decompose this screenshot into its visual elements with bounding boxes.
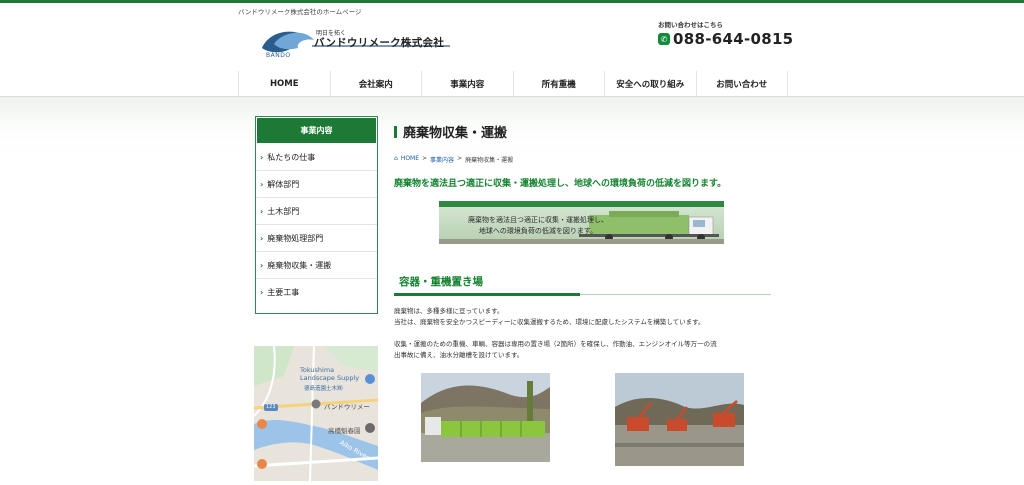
lead-text: 廃棄物を適法且つ適正に収集・運搬処理し、地球への環境負荷の低減を図ります。 bbox=[394, 179, 727, 189]
paragraph-2-line-1: 収集・運搬のための重機、車輌、容器は専用の置き場（2箇所）を確保し、作動油、エン… bbox=[394, 340, 717, 348]
sidebar-menu: 事業内容 › 私たちの仕事 › 解体部門 › 土木部門 › 廃棄物処理部門 › … bbox=[255, 116, 378, 314]
map-label-company: バンドウリメー bbox=[324, 403, 370, 411]
map-label-route: 123 bbox=[266, 404, 276, 410]
map-label-landscape-jp: 德島造園土木㈱ bbox=[304, 386, 343, 392]
sidebar-item-major-works[interactable]: › 主要工事 bbox=[256, 279, 377, 306]
breadcrumb-home-link[interactable]: HOME bbox=[401, 155, 419, 164]
location-map[interactable]: Tokushima Landscape Supply 德島造園土木㈱ 123 バ… bbox=[254, 346, 378, 481]
title-accent-bar bbox=[394, 125, 397, 138]
banner-line-2: 地球への環境負荷の低減を図ります。 bbox=[478, 227, 598, 235]
breadcrumb-section-link[interactable]: 事業内容 bbox=[430, 155, 454, 164]
chevron-right-icon: › bbox=[260, 206, 264, 216]
section-heading-text: 容器・重機置き場 bbox=[399, 276, 483, 288]
site-tagline: バンドウリメーク株式会社のホームページ bbox=[238, 8, 362, 16]
chevron-right-icon: › bbox=[260, 233, 264, 243]
phone-number[interactable]: 088-644-0815 bbox=[673, 30, 793, 48]
sidebar-item-label: 土木部門 bbox=[267, 206, 300, 216]
nav-item-contact[interactable]: お問い合わせ bbox=[695, 71, 788, 97]
section-heading: 容器・重機置き場 bbox=[394, 271, 771, 296]
sidebar-item-label: 廃棄物処理部門 bbox=[267, 233, 324, 243]
chevron-right-icon: › bbox=[260, 179, 264, 189]
logo-company-name[interactable]: バンドウリメーク株式会社 bbox=[314, 35, 444, 50]
sidebar-item-label: 解体部門 bbox=[267, 179, 300, 189]
nav-item-home[interactable]: HOME bbox=[238, 71, 330, 97]
nav-item-company[interactable]: 会社案内 bbox=[329, 71, 422, 97]
nav-item-safety[interactable]: 安全への取り組み bbox=[604, 71, 696, 97]
sidebar-item-waste-transport[interactable]: › 廃棄物収集・運搬 bbox=[256, 252, 377, 279]
page-title: 廃棄物収集・運搬 bbox=[394, 122, 507, 141]
sidebar-item-our-work[interactable]: › 私たちの仕事 bbox=[256, 144, 377, 171]
breadcrumb-separator: > bbox=[422, 155, 428, 162]
chevron-right-icon: › bbox=[260, 260, 264, 270]
global-nav: HOME 会社案内 事業内容 所有重機 安全への取り組み お問い合わせ bbox=[238, 71, 788, 97]
paragraph-2-line-2: 出事故に備え、油水分離槽を設けています。 bbox=[394, 351, 524, 359]
phone-contact[interactable]: ✆ 088-644-0815 bbox=[658, 30, 793, 48]
nav-item-business[interactable]: 事業内容 bbox=[421, 71, 513, 97]
sidebar-item-civil[interactable]: › 土木部門 bbox=[256, 198, 377, 225]
sidebar-item-waste-processing[interactable]: › 廃棄物処理部門 bbox=[256, 225, 377, 252]
sidebar-item-label: 主要工事 bbox=[267, 288, 300, 297]
photo-machinery-yard bbox=[615, 373, 744, 466]
phone-icon: ✆ bbox=[658, 33, 670, 45]
home-icon: ⌂ bbox=[394, 155, 398, 162]
breadcrumb-current: 廃棄物収集・運搬 bbox=[465, 157, 514, 164]
banner-image: 廃棄物を適法且つ適正に収集・運搬処理し、 地球への環境負荷の低減を図ります。 bbox=[439, 201, 724, 244]
banner-line-1: 廃棄物を適法且つ適正に収集・運搬処理し、 bbox=[468, 216, 608, 224]
paragraph-1-line-2: 当社は、廃棄物を安全かつスピーディーに収集運搬するため、環境に配慮したシステムを… bbox=[394, 318, 705, 326]
section-heading-underline bbox=[394, 293, 580, 296]
sidebar-heading: 事業内容 bbox=[257, 118, 376, 143]
top-accent-line bbox=[0, 0, 1024, 3]
breadcrumb-separator: > bbox=[457, 155, 463, 162]
paragraph-2: 収集・運搬のための重機、車輌、容器は専用の置き場（2箇所）を確保し、作動油、エン… bbox=[394, 339, 774, 361]
breadcrumb: ⌂ HOME > 事業内容 > 廃棄物収集・運搬 bbox=[394, 155, 513, 164]
sidebar-item-label: 廃棄物収集・運搬 bbox=[267, 260, 332, 270]
banner-text: 廃棄物を適法且つ適正に収集・運搬処理し、 地球への環境負荷の低減を図ります。 bbox=[453, 215, 623, 237]
chevron-right-icon: › bbox=[260, 152, 264, 162]
nav-item-machinery[interactable]: 所有重機 bbox=[512, 71, 605, 97]
paragraph-1-line-1: 廃棄物は、多種多様に亘っています。 bbox=[394, 307, 504, 315]
sidebar-item-label: 私たちの仕事 bbox=[267, 152, 316, 162]
map-label-landscape: Tokushima Landscape Supply bbox=[300, 366, 360, 382]
page-title-text: 廃棄物収集・運搬 bbox=[403, 126, 508, 141]
map-label-park: 高橋魁春園 bbox=[328, 427, 361, 435]
paragraph-1: 廃棄物は、多種多様に亘っています。 当社は、廃棄物を安全かつスピーディーに収集運… bbox=[394, 306, 774, 328]
chevron-right-icon: › bbox=[260, 288, 264, 297]
sidebar-item-demolition[interactable]: › 解体部門 bbox=[256, 171, 377, 198]
photo-container-yard bbox=[421, 373, 550, 462]
logo-brand: BANDO bbox=[266, 52, 291, 59]
contact-label: お問い合わせはこちら bbox=[658, 21, 723, 29]
